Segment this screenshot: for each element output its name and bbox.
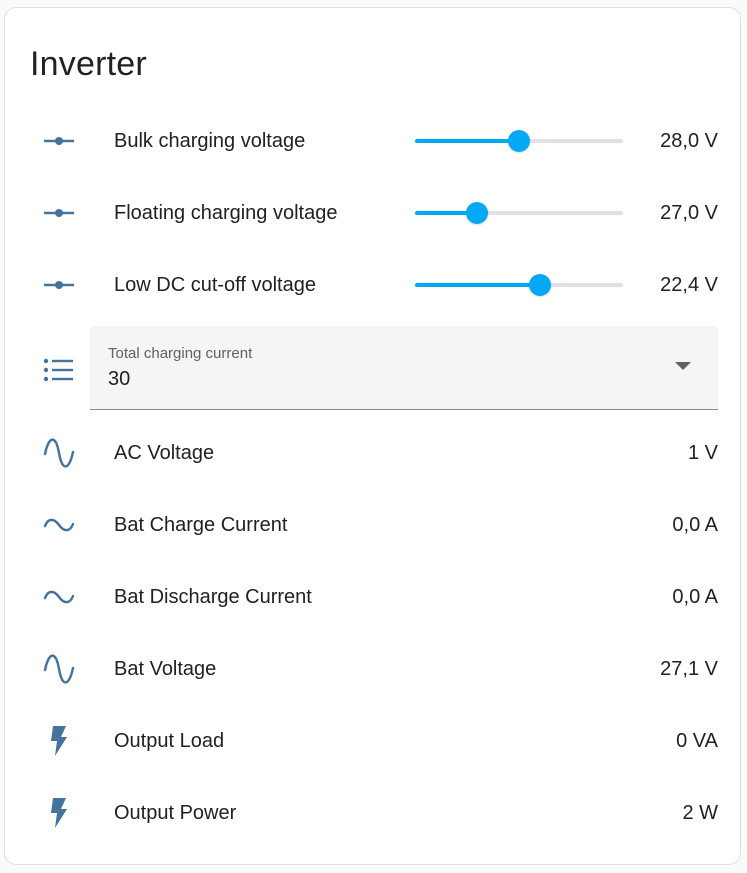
slider-value: 28,0 V — [660, 130, 718, 152]
sensor-value: 1 V — [687, 442, 718, 464]
current-ac-icon — [39, 509, 79, 541]
sine-wave-icon — [39, 437, 79, 469]
flash-icon — [39, 725, 79, 757]
sensor-row-output-load[interactable]: Output Load 0 VA — [5, 705, 742, 777]
bulk-charging-voltage-slider[interactable] — [415, 130, 623, 152]
slider-fill — [415, 139, 519, 143]
chevron-down-icon[interactable] — [675, 362, 691, 370]
sensor-row-ac-voltage[interactable]: AC Voltage 1 V — [5, 417, 742, 489]
sensor-value: 0 VA — [676, 730, 718, 752]
sensor-label: Output Load — [114, 730, 225, 752]
sine-wave-icon — [39, 653, 79, 685]
sensor-value: 2 W — [682, 802, 718, 824]
slider-row-floating-charging-voltage: Floating charging voltage 27,0 V — [5, 177, 742, 249]
slider-thumb[interactable] — [466, 202, 489, 224]
format-list-bulleted-icon[interactable] — [39, 354, 79, 386]
sensor-row-output-power[interactable]: Output Power 2 W — [5, 777, 742, 849]
sensor-value: 0,0 A — [672, 514, 718, 536]
slider-icon[interactable] — [39, 269, 79, 301]
slider-value: 22,4 V — [660, 274, 718, 296]
inverter-card: Inverter Bulk charging voltage 28,0 V Fl… — [4, 7, 741, 865]
slider-icon[interactable] — [39, 197, 79, 229]
low-dc-cut-off-voltage-slider[interactable] — [415, 274, 623, 296]
floating-charging-voltage-slider[interactable] — [415, 202, 623, 224]
slider-fill — [415, 283, 540, 287]
sensor-label: Bat Charge Current — [114, 514, 288, 536]
sensor-label: Bat Discharge Current — [114, 586, 312, 608]
total-charging-current-select[interactable]: Total charging current 30 — [90, 326, 718, 410]
slider-row-bulk-charging-voltage: Bulk charging voltage 28,0 V — [5, 105, 742, 177]
sensor-label: Bat Voltage — [114, 658, 217, 680]
slider-label: Low DC cut-off voltage — [114, 274, 316, 296]
slider-thumb[interactable] — [508, 130, 530, 152]
sensor-row-bat-voltage[interactable]: Bat Voltage 27,1 V — [5, 633, 742, 705]
sensor-row-bat-charge-current[interactable]: Bat Charge Current 0,0 A — [5, 489, 742, 561]
sensor-label: Output Power — [114, 802, 237, 824]
sensor-value: 0,0 A — [672, 586, 718, 608]
sensor-value: 27,1 V — [660, 658, 718, 680]
slider-label: Floating charging voltage — [114, 202, 338, 224]
current-ac-icon — [39, 581, 79, 613]
sensor-row-bat-discharge-current[interactable]: Bat Discharge Current 0,0 A — [5, 561, 742, 633]
card-title: Inverter — [30, 45, 147, 83]
sensor-label: AC Voltage — [114, 442, 215, 464]
select-value: 30 — [108, 368, 131, 390]
slider-icon[interactable] — [39, 125, 79, 157]
select-label: Total charging current — [108, 345, 253, 362]
slider-value: 27,0 V — [660, 202, 718, 224]
flash-icon — [39, 797, 79, 829]
slider-row-low-dc-cut-off-voltage: Low DC cut-off voltage 22,4 V — [5, 249, 742, 321]
slider-label: Bulk charging voltage — [114, 130, 306, 152]
slider-thumb[interactable] — [528, 274, 551, 296]
